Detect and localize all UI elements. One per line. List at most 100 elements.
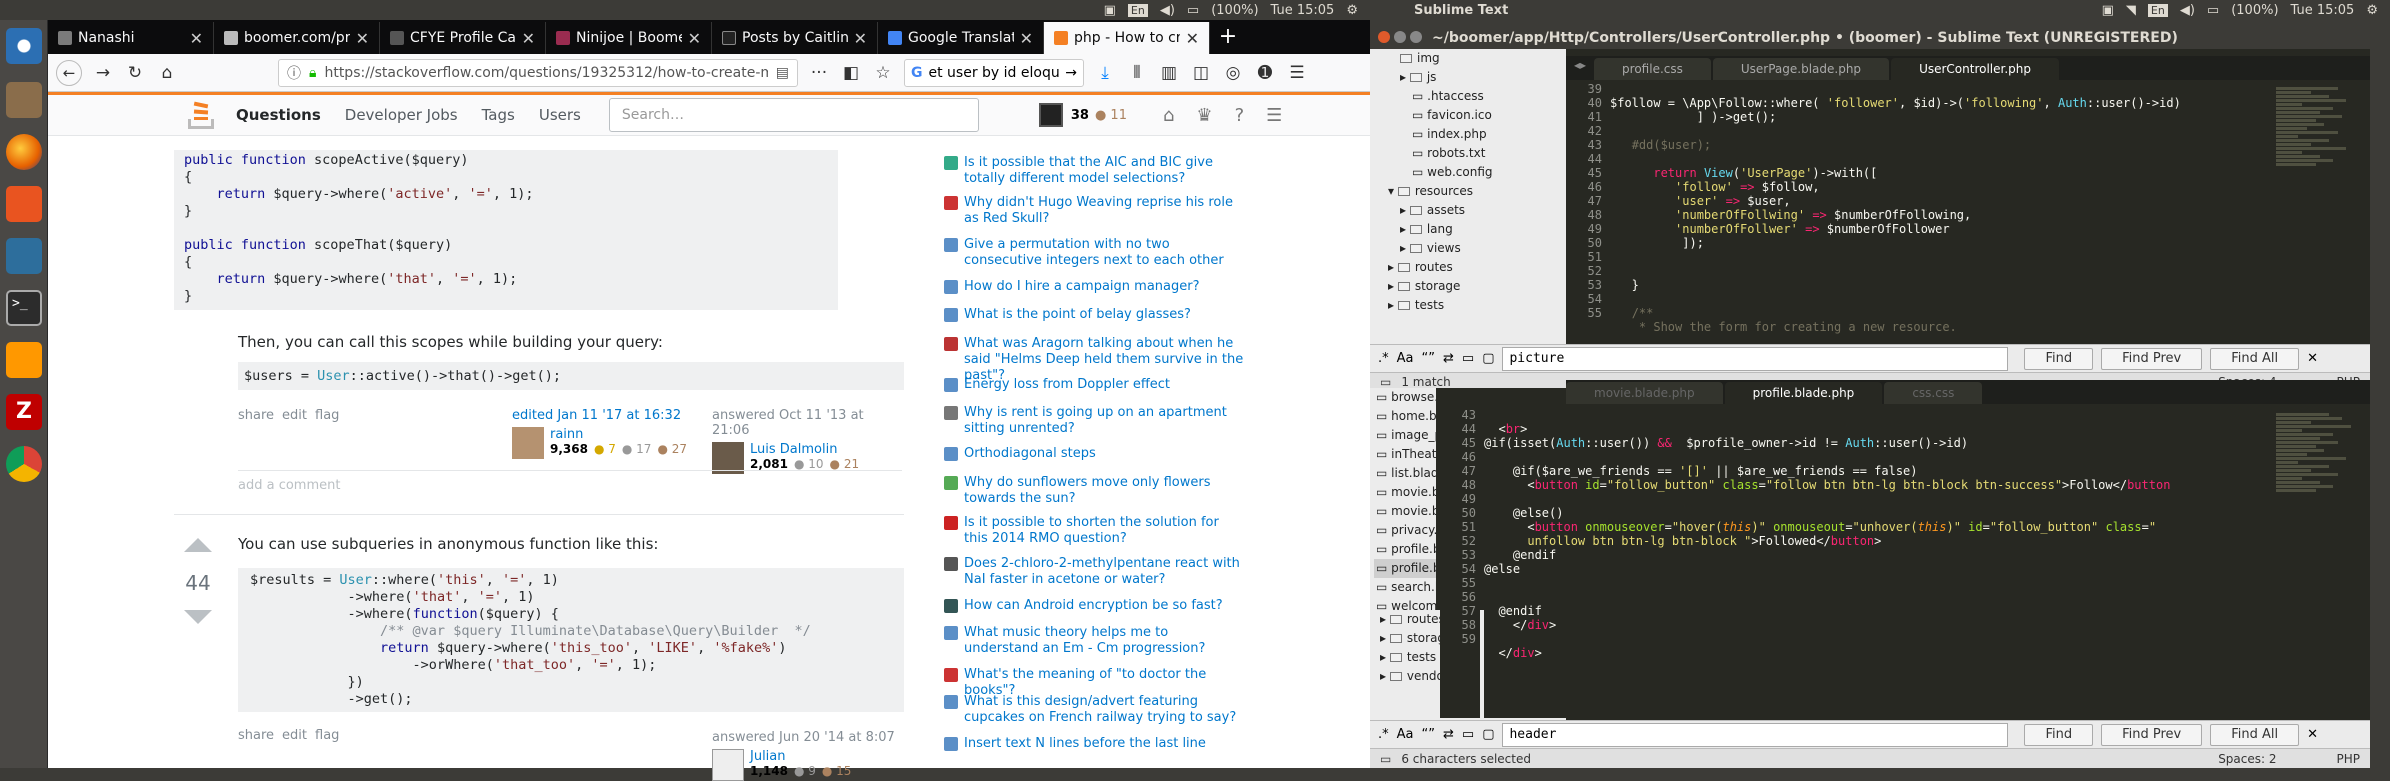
hot-question[interactable]: Is it possible that the AIC and BIC give… bbox=[944, 155, 1244, 187]
close-tab-icon[interactable]: ✕ bbox=[1186, 29, 1199, 48]
sidebar-item[interactable]: ▭ home.bla bbox=[1374, 407, 1436, 426]
sidebar-item[interactable]: ▭ inTheater bbox=[1374, 445, 1436, 464]
editor-tab[interactable]: profile.css bbox=[1594, 58, 1711, 80]
sidebar-item[interactable]: ▸ routes bbox=[1380, 258, 1566, 277]
sidebar-item[interactable]: ▸ tests bbox=[1380, 296, 1566, 315]
sidebar-item[interactable]: ▸ js bbox=[1380, 68, 1566, 87]
sidebar-icon[interactable]: ▥ bbox=[1158, 63, 1180, 83]
close-window-icon[interactable] bbox=[1378, 31, 1390, 43]
hot-question[interactable]: How do I hire a campaign manager? bbox=[944, 279, 1244, 295]
case-toggle-icon[interactable]: Aa bbox=[1397, 351, 1414, 366]
chrome-icon[interactable] bbox=[6, 446, 42, 482]
panel-toggle-icon[interactable]: ▭ bbox=[1380, 375, 1391, 389]
hot-question[interactable]: Is it possible to shorten the solution f… bbox=[944, 515, 1244, 547]
syntax-setting[interactable]: PHP bbox=[2337, 752, 2361, 766]
nav-users[interactable]: Users bbox=[527, 106, 593, 124]
browser-tab[interactable]: Posts by Caitlin Hack✕ bbox=[712, 22, 878, 54]
close-find-icon[interactable]: ✕ bbox=[2307, 351, 2318, 366]
browser-tab[interactable]: CFYE Profile Card✕ bbox=[380, 22, 546, 54]
share-link[interactable]: share bbox=[238, 408, 274, 423]
hot-question[interactable]: Insert text N lines before the last line bbox=[944, 736, 1244, 752]
achievements-icon[interactable]: ♛ bbox=[1196, 105, 1212, 126]
home-button[interactable]: ⌂ bbox=[156, 63, 178, 83]
browser-tab[interactable]: boomer.com/profile/1✕ bbox=[214, 22, 380, 54]
extension-icon[interactable]: ◫ bbox=[1190, 63, 1212, 83]
in-selection-toggle-icon[interactable]: ▭ bbox=[1462, 351, 1474, 366]
in-selection-toggle-icon[interactable]: ▭ bbox=[1462, 727, 1474, 742]
regex-toggle-icon[interactable]: .* bbox=[1378, 351, 1389, 366]
find-button[interactable]: Find bbox=[2024, 723, 2094, 746]
keyboard-layout[interactable]: En bbox=[2147, 3, 2168, 17]
sidebar-item[interactable]: ▭ favicon.ico bbox=[1380, 106, 1566, 125]
bookmark-star-icon[interactable]: ☆ bbox=[872, 63, 894, 83]
browser-tab[interactable]: Nanashi ✕ bbox=[48, 22, 214, 54]
back-button[interactable]: ← bbox=[56, 59, 82, 86]
pocket-icon[interactable]: ◧ bbox=[840, 63, 862, 83]
editor-tab-active[interactable]: UserController.php bbox=[1891, 58, 2059, 80]
sidebar-item[interactable]: ▭ robots.txt bbox=[1380, 144, 1566, 163]
reader-icon[interactable]: ▤ bbox=[776, 65, 789, 81]
filezilla-icon[interactable]: Z bbox=[6, 394, 42, 430]
edit-link[interactable]: edit bbox=[282, 728, 307, 743]
help-icon[interactable]: ? bbox=[1235, 105, 1245, 126]
find-all-button[interactable]: Find All bbox=[2210, 347, 2300, 370]
whole-word-toggle-icon[interactable]: “” bbox=[1422, 351, 1435, 366]
page-actions-icon[interactable]: ··· bbox=[808, 63, 830, 83]
info-icon[interactable]: ⓘ bbox=[287, 63, 301, 83]
close-tab-icon[interactable]: ✕ bbox=[688, 29, 701, 48]
sidebar-item[interactable]: ▭ search.bl bbox=[1374, 578, 1436, 597]
sidebar-item[interactable]: img bbox=[1380, 49, 1566, 68]
dropbox-icon[interactable]: ▣ bbox=[2102, 3, 2114, 18]
close-tab-icon[interactable]: ✕ bbox=[1020, 29, 1033, 48]
search-go-icon[interactable]: → bbox=[1065, 65, 1077, 81]
edit-link[interactable]: edit bbox=[282, 408, 307, 423]
search-text[interactable]: et user by id eloquent bbox=[929, 65, 1060, 81]
dropbox-icon[interactable]: ▣ bbox=[1104, 3, 1116, 18]
close-tab-icon[interactable]: ✕ bbox=[356, 29, 369, 48]
url-bar[interactable]: ⓘ 🔒︎ https://stackoverflow.com/questions… bbox=[278, 58, 798, 87]
editor-tab[interactable]: css.css bbox=[1884, 382, 1983, 404]
so-search-input[interactable]: Search… bbox=[608, 98, 979, 132]
tab-scroll-icon[interactable]: ◂▸ bbox=[1566, 58, 1594, 80]
panel-toggle-icon[interactable]: ▭ bbox=[1380, 752, 1391, 766]
sublime-icon[interactable] bbox=[6, 342, 42, 378]
library-icon[interactable]: ⫴ bbox=[1126, 63, 1148, 83]
hot-question[interactable]: Does 2-chloro-2-methylpentane react with… bbox=[944, 556, 1244, 588]
inbox-icon[interactable]: ⌂ bbox=[1163, 105, 1174, 126]
sidebar-item[interactable]: ▸ storage bbox=[1380, 277, 1566, 296]
add-comment-link[interactable]: add a comment bbox=[238, 478, 340, 493]
user-avatar[interactable] bbox=[712, 749, 744, 781]
hot-question[interactable]: Energy loss from Doppler effect bbox=[944, 377, 1244, 393]
battery-icon[interactable]: ▭ bbox=[2207, 3, 2219, 18]
sidebar-item[interactable]: ▭ movie.bla bbox=[1374, 483, 1436, 502]
clock[interactable]: Tue 15:05 bbox=[2291, 3, 2355, 18]
find-input[interactable]: header bbox=[1502, 722, 2009, 747]
dash-icon[interactable] bbox=[6, 28, 42, 64]
hot-question[interactable]: Why is rent is going up on an apartment … bbox=[944, 405, 1244, 437]
firefox-icon[interactable] bbox=[6, 134, 42, 170]
menu-icon[interactable]: ☰ bbox=[1286, 63, 1308, 83]
software-icon[interactable] bbox=[6, 186, 42, 222]
user-avatar[interactable] bbox=[1038, 103, 1063, 127]
find-prev-button[interactable]: Find Prev bbox=[2101, 347, 2203, 370]
flag-link[interactable]: flag bbox=[315, 728, 339, 743]
close-tab-icon[interactable]: ✕ bbox=[190, 29, 203, 48]
regex-toggle-icon[interactable]: .* bbox=[1378, 727, 1389, 742]
user-name[interactable]: Luis Dalmolin bbox=[750, 442, 859, 457]
sidebar-item[interactable]: ▭ .htaccess bbox=[1380, 87, 1566, 106]
sidebar-item[interactable]: ▭ browse.b bbox=[1374, 388, 1436, 407]
sidebar-item[interactable]: ▭ profile.bla bbox=[1374, 559, 1436, 578]
network-icon[interactable]: ◥ bbox=[2126, 3, 2136, 18]
find-input[interactable]: picture bbox=[1502, 346, 2009, 371]
user-name[interactable]: rainn bbox=[550, 427, 687, 442]
close-tab-icon[interactable]: ✕ bbox=[854, 29, 867, 48]
nav-questions[interactable]: Questions bbox=[224, 106, 333, 124]
sidebar-item[interactable]: ▭ movie.bla bbox=[1374, 502, 1436, 521]
user-avatar[interactable] bbox=[512, 427, 544, 459]
case-toggle-icon[interactable]: Aa bbox=[1397, 727, 1414, 742]
flag-link[interactable]: flag bbox=[315, 408, 339, 423]
search-box[interactable]: Get user by id eloquent → bbox=[904, 58, 1084, 87]
browser-tab[interactable]: Ninijoe | Boomer Sla✕ bbox=[546, 22, 712, 54]
account-icon[interactable]: ➊ bbox=[1254, 63, 1276, 83]
close-tab-icon[interactable]: ✕ bbox=[522, 29, 535, 48]
